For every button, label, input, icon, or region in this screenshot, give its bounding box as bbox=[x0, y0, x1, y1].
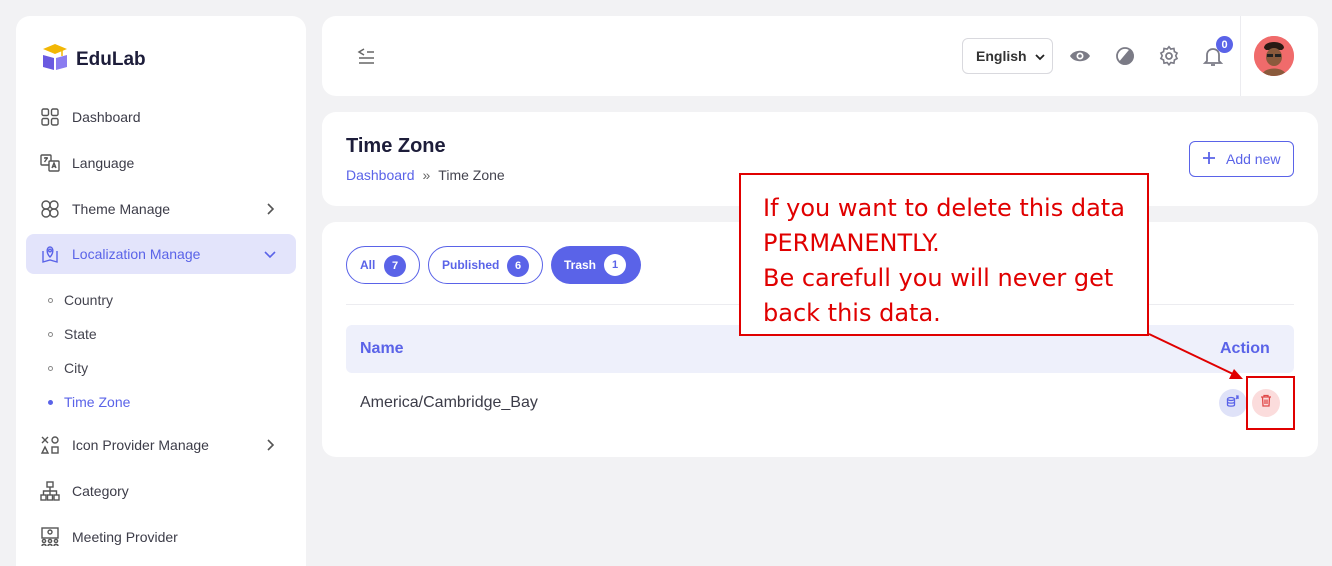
meeting-icon bbox=[40, 527, 60, 547]
sidebar-item-theme-manage[interactable]: Theme Manage bbox=[26, 189, 296, 229]
eye-icon[interactable] bbox=[1069, 45, 1091, 67]
sidebar-subitem-label: Country bbox=[64, 292, 114, 308]
warning-annotation: If you want to delete this data PERMANEN… bbox=[739, 173, 1149, 336]
book-cap-icon bbox=[40, 42, 70, 77]
sidebar-item-icon-provider-manage[interactable]: Icon Provider Manage bbox=[26, 425, 296, 465]
bullet-icon bbox=[48, 365, 53, 371]
brand-name: EduLab bbox=[76, 48, 146, 70]
sidebar-subitem-label: Time Zone bbox=[64, 394, 131, 410]
topbar: English 0 bbox=[322, 16, 1318, 96]
divider bbox=[1240, 16, 1241, 96]
sidebar-item-label: Icon Provider Manage bbox=[72, 437, 209, 453]
restore-button[interactable] bbox=[1219, 389, 1247, 417]
tab-label: Published bbox=[442, 258, 500, 272]
annotation-line: If you want to delete this data bbox=[763, 194, 1125, 222]
tab-all[interactable]: All 7 bbox=[346, 246, 420, 284]
sidebar-subitem-time-zone[interactable]: Time Zone bbox=[48, 394, 130, 410]
sidebar: EduLab Dashboard Language Theme Manage L… bbox=[16, 16, 306, 566]
annotation-line: Be carefull you will never get bbox=[763, 264, 1114, 292]
translate-icon bbox=[40, 153, 60, 173]
sidebar-subitem-label: City bbox=[64, 360, 89, 376]
language-select-value: English bbox=[976, 48, 1027, 64]
gear-icon[interactable] bbox=[1158, 45, 1180, 67]
annotation-highlight-box bbox=[1246, 376, 1295, 430]
brand-logo[interactable]: EduLab bbox=[40, 42, 146, 77]
chevron-down-icon bbox=[262, 246, 278, 262]
sidebar-item-dashboard[interactable]: Dashboard bbox=[26, 97, 296, 137]
sidebar-item-label: Localization Manage bbox=[72, 246, 201, 262]
restore-icon bbox=[1226, 394, 1240, 413]
menu-collapse-icon[interactable] bbox=[356, 46, 376, 66]
sidebar-item-label: Category bbox=[72, 483, 129, 499]
hierarchy-icon bbox=[40, 481, 60, 501]
chevron-down-icon bbox=[1034, 50, 1046, 62]
breadcrumb-current: Time Zone bbox=[438, 167, 505, 183]
tab-label: All bbox=[360, 258, 376, 272]
tab-count-badge: 6 bbox=[507, 255, 529, 277]
add-new-button[interactable]: Add new bbox=[1189, 141, 1294, 177]
sidebar-item-label: Dashboard bbox=[72, 109, 141, 125]
add-new-label: Add new bbox=[1226, 151, 1281, 167]
language-select[interactable]: English bbox=[962, 38, 1053, 74]
sidebar-subitem-country[interactable]: Country bbox=[48, 292, 113, 308]
breadcrumb-separator: » bbox=[422, 167, 431, 183]
bullet-icon bbox=[48, 331, 53, 337]
annotation-line: back this data. bbox=[763, 299, 941, 327]
tab-trash[interactable]: Trash 1 bbox=[551, 246, 641, 284]
icons-icon bbox=[40, 435, 60, 455]
avatar[interactable] bbox=[1254, 36, 1294, 76]
sidebar-subitem-label: State bbox=[64, 326, 97, 342]
bullet-icon bbox=[48, 297, 53, 303]
shapes-icon bbox=[40, 199, 60, 219]
page-title: Time Zone bbox=[346, 135, 446, 157]
annotation-line: PERMANENTLY. bbox=[763, 229, 940, 257]
tab-published[interactable]: Published 6 bbox=[428, 246, 543, 284]
chevron-right-icon bbox=[262, 201, 278, 217]
sidebar-item-meeting-provider[interactable]: Meeting Provider bbox=[26, 517, 296, 557]
sidebar-item-language[interactable]: Language bbox=[26, 143, 296, 183]
sidebar-item-label: Meeting Provider bbox=[72, 529, 178, 545]
breadcrumb-link-dashboard[interactable]: Dashboard bbox=[346, 167, 415, 183]
table-cell-name: America/Cambridge_Bay bbox=[360, 394, 538, 411]
tab-label: Trash bbox=[564, 258, 597, 272]
grid-icon bbox=[40, 107, 60, 127]
sidebar-item-label: Language bbox=[72, 155, 135, 171]
bullet-icon bbox=[48, 399, 53, 405]
plus-icon bbox=[1202, 151, 1216, 168]
theme-toggle-icon[interactable] bbox=[1114, 45, 1136, 67]
map-pin-icon bbox=[40, 244, 60, 264]
tab-count-badge: 1 bbox=[604, 254, 626, 276]
tab-count-badge: 7 bbox=[384, 255, 406, 277]
sidebar-subitem-city[interactable]: City bbox=[48, 360, 88, 376]
sidebar-subitem-state[interactable]: State bbox=[48, 326, 97, 342]
sidebar-item-localization-manage[interactable]: Localization Manage bbox=[26, 234, 296, 274]
column-header-name: Name bbox=[360, 340, 404, 357]
column-header-action: Action bbox=[1220, 340, 1270, 357]
notification-count-badge: 0 bbox=[1216, 36, 1233, 53]
chevron-right-icon bbox=[262, 437, 278, 453]
breadcrumb: Dashboard » Time Zone bbox=[346, 167, 505, 183]
sidebar-item-label: Theme Manage bbox=[72, 201, 171, 217]
sidebar-item-category[interactable]: Category bbox=[26, 471, 296, 511]
